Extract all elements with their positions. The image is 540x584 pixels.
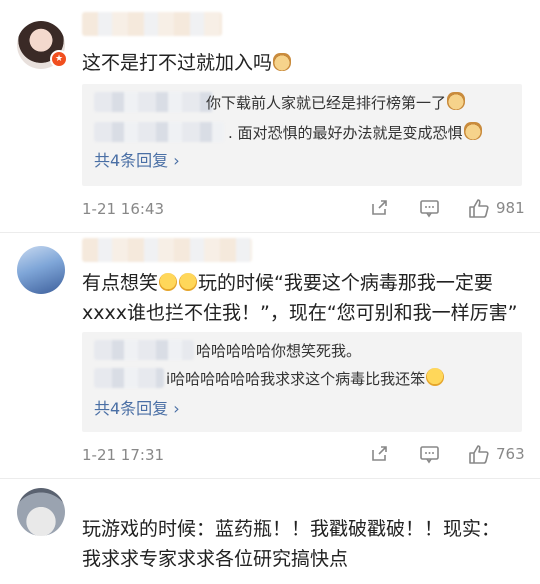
reply-username-blurred bbox=[94, 92, 214, 112]
comment-text: 玩游戏的时候：蓝药瓶！！我戳破戳破！！现实： 我求求专家求求各位研究搞快点 bbox=[82, 518, 501, 570]
share-icon bbox=[372, 446, 387, 461]
reply-line: 你下载前人家就已经是排行榜第一了 bbox=[206, 92, 466, 114]
timestamp: 1-21 17:31 bbox=[82, 446, 165, 464]
thumbs-up-icon bbox=[469, 445, 489, 464]
dog-emoji-icon bbox=[447, 92, 466, 110]
share-icon bbox=[372, 200, 387, 215]
like-button[interactable]: 763 bbox=[468, 444, 525, 464]
comment-icon bbox=[420, 200, 439, 218]
comment-2: 有点想笑 玩的时候“我要这个病毒那我一定要 xxxx谁也拦不住我！”，现在“您可别… bbox=[0, 232, 540, 482]
like-count: 763 bbox=[496, 445, 525, 463]
reply-line: . 面对恐惧的最好办法就是变成恐惧 bbox=[228, 122, 483, 144]
like-count: 981 bbox=[496, 199, 525, 217]
laughing-emoji-icon bbox=[179, 273, 198, 291]
username-blurred bbox=[82, 12, 222, 36]
comment-1: ★ 这不是打不过就加入吗 你下载前人家就已经是排行榜第一了 . 面对恐惧的最好办… bbox=[0, 0, 540, 230]
view-replies-link[interactable]: 共4条回复 › bbox=[94, 398, 180, 420]
comment-text: 这不是打不过就加入吗 bbox=[82, 48, 522, 78]
comment-button[interactable] bbox=[419, 198, 440, 218]
verified-badge-icon: ★ bbox=[50, 50, 68, 68]
dog-emoji-icon bbox=[463, 122, 482, 140]
reply-line: i哈哈哈哈哈哈我求求这个病毒比我还笨 bbox=[166, 368, 445, 390]
timestamp: 1-21 16:43 bbox=[82, 200, 165, 218]
avatar[interactable] bbox=[17, 246, 65, 294]
reply-username-blurred bbox=[94, 122, 224, 142]
smile-emoji-icon bbox=[426, 368, 445, 386]
share-button[interactable] bbox=[369, 198, 389, 218]
avatar[interactable] bbox=[17, 488, 65, 536]
comment-icon bbox=[420, 446, 439, 464]
thumbs-up-icon bbox=[469, 199, 489, 218]
reply-username-blurred bbox=[94, 368, 164, 388]
comment-button[interactable] bbox=[419, 444, 440, 464]
reply-box[interactable]: 你下载前人家就已经是排行榜第一了 . 面对恐惧的最好办法就是变成恐惧 共4条回复… bbox=[82, 84, 522, 186]
laughing-emoji-icon bbox=[159, 273, 178, 291]
dog-emoji-icon bbox=[273, 53, 292, 71]
reply-line: 哈哈哈哈哈你想笑死我。 bbox=[196, 342, 362, 360]
share-button[interactable] bbox=[369, 444, 389, 464]
like-button[interactable]: 981 bbox=[468, 198, 525, 218]
comment-3: 玩游戏的时候：蓝药瓶！！我戳破戳破！！现实： 我求求专家求求各位研究搞快点 bbox=[0, 478, 540, 584]
view-replies-link[interactable]: 共4条回复 › bbox=[94, 150, 180, 172]
reply-box[interactable]: 哈哈哈哈哈你想笑死我。 i哈哈哈哈哈哈我求求这个病毒比我还笨 共4条回复 › bbox=[82, 332, 522, 432]
username-blurred bbox=[82, 238, 252, 262]
comment-text: 有点想笑 玩的时候“我要这个病毒那我一定要 xxxx谁也拦不住我！”，现在“您可别… bbox=[82, 272, 518, 324]
reply-username-blurred bbox=[94, 340, 194, 360]
